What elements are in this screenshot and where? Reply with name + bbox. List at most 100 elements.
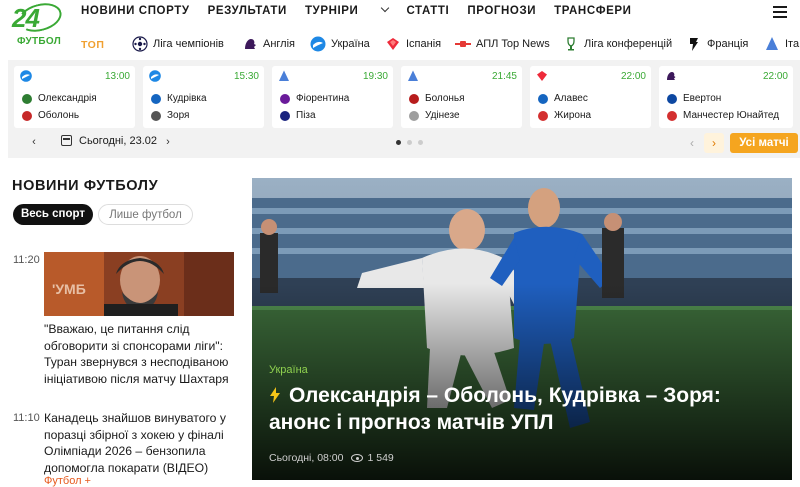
- league-spain[interactable]: Іспанія: [385, 36, 441, 52]
- league-ukraine[interactable]: Україна: [310, 36, 370, 52]
- eye-icon: [351, 454, 364, 462]
- hero-headline-text: Олександрія – Оболонь, Кудрівка – Зоря: …: [269, 384, 721, 434]
- upl-icon: [310, 36, 326, 52]
- league-label: Іта: [785, 38, 800, 50]
- all-matches-button[interactable]: Усі матчі: [730, 133, 798, 153]
- league-label: Ліга чемпіонів: [153, 38, 224, 50]
- home-team: Алавес: [538, 93, 588, 104]
- laliga-icon: [537, 71, 547, 81]
- home-team: Фіорентина: [280, 93, 349, 104]
- menu-item-transfers[interactable]: ТРАНСФЕРИ: [554, 5, 631, 17]
- team-crest-icon: [667, 110, 677, 121]
- match-card[interactable]: 21:45 Болонья Удінезе: [401, 66, 522, 128]
- match-card[interactable]: 22:00 Евертон Манчестер Юнайтед: [659, 66, 793, 128]
- hamburger-menu-icon[interactable]: [773, 6, 787, 18]
- team-crest-icon: [22, 93, 32, 104]
- prev-day-arrow-icon[interactable]: ‹: [28, 136, 40, 148]
- carousel-dot[interactable]: [396, 140, 401, 145]
- news-item-thumbnail[interactable]: 'УМБ: [44, 252, 234, 316]
- carousel-dot[interactable]: [418, 140, 423, 145]
- team-crest-icon: [409, 93, 419, 104]
- current-date[interactable]: Сьогодні, 23.02: [79, 135, 157, 147]
- news-item-headline[interactable]: "Вважаю, це питання слід обговорити зі с…: [44, 321, 230, 387]
- league-conference[interactable]: Ліга конференцій: [563, 36, 672, 52]
- match-card[interactable]: 19:30 Фіорентина Піза: [272, 66, 393, 128]
- team-crest-icon: [538, 93, 548, 104]
- league-label: Іспанія: [406, 38, 442, 50]
- away-team: Удінезе: [409, 110, 460, 121]
- menu-item-results[interactable]: РЕЗУЛЬТАТИ: [208, 5, 287, 17]
- lightning-icon: [270, 387, 280, 403]
- team-name: Піза: [296, 110, 316, 121]
- svg-text:'УМБ: 'УМБ: [52, 281, 86, 297]
- hero-category[interactable]: Україна: [269, 364, 308, 376]
- menu-item-articles[interactable]: СТАТТІ: [406, 5, 449, 17]
- laliga-icon: [385, 36, 401, 52]
- ligue1-icon: [686, 36, 702, 52]
- menu-item-news[interactable]: НОВИНИ СПОРТУ: [81, 5, 190, 17]
- news-item-tag[interactable]: Футбол +: [44, 475, 91, 487]
- home-team: Кудрівка: [151, 93, 207, 104]
- team-name: Болонья: [425, 93, 465, 104]
- match-time: 22:00: [620, 71, 646, 82]
- match-card[interactable]: 15:30 Кудрівка Зоря: [143, 66, 264, 128]
- away-team: Оболонь: [22, 110, 79, 121]
- premier-league-icon: [242, 36, 258, 52]
- top-label: ТОП: [81, 39, 105, 51]
- league-label: Ліга конференцій: [584, 38, 673, 50]
- logo-number: 24: [12, 3, 40, 33]
- news-item-time: 11:20: [13, 254, 40, 266]
- tab-all-sports[interactable]: Весь спорт: [13, 204, 93, 225]
- conference-league-icon: [563, 36, 579, 52]
- main-menu: НОВИНИ СПОРТУ РЕЗУЛЬТАТИ ТУРНІРИ СТАТТІ …: [81, 3, 650, 17]
- upl-icon: [149, 70, 161, 82]
- seriea-icon: [279, 70, 289, 81]
- league-france[interactable]: Франція: [686, 36, 748, 52]
- league-champions-league[interactable]: Ліга чемпіонів: [132, 36, 224, 52]
- match-card[interactable]: 13:00 Олександрія Оболонь: [14, 66, 135, 128]
- away-team: Зоря: [151, 110, 189, 121]
- away-team: Жирона: [538, 110, 591, 121]
- date-bar: ‹ Сьогодні, 23.02 › ‹ › Усі матчі: [16, 132, 800, 154]
- league-england[interactable]: Англія: [242, 36, 295, 52]
- hero-headline[interactable]: Олександрія – Оболонь, Кудрівка – Зоря: …: [269, 382, 749, 436]
- champions-league-icon: [132, 36, 148, 52]
- menu-item-predictions[interactable]: ПРОГНОЗИ: [467, 5, 536, 17]
- carousel-prev-button[interactable]: ‹: [682, 133, 702, 153]
- top-navigation: 24 ФУТБОЛ НОВИНИ СПОРТУ РЕЗУЛЬТАТИ ТУРНІ…: [0, 0, 800, 47]
- seriea-icon: [408, 70, 418, 81]
- team-name: Олександрія: [38, 93, 97, 104]
- league-apl-top-news[interactable]: АПЛ Top News: [455, 36, 550, 52]
- team-crest-icon: [409, 110, 419, 121]
- tab-football-only[interactable]: Лише футбол: [98, 204, 193, 225]
- team-name: Оболонь: [38, 110, 80, 121]
- team-name: Жирона: [554, 110, 592, 121]
- team-crest-icon: [280, 93, 290, 104]
- next-day-arrow-icon[interactable]: ›: [162, 136, 174, 148]
- team-name: Кудрівка: [167, 93, 207, 104]
- league-label: Україна: [331, 38, 370, 50]
- calendar-icon[interactable]: [61, 135, 72, 146]
- league-italy[interactable]: Іта: [764, 36, 799, 52]
- menu-item-tournaments-label: ТУРНІРИ: [304, 5, 359, 17]
- match-card[interactable]: 22:00 Алавес Жирона: [530, 66, 651, 128]
- league-label: АПЛ Top News: [476, 38, 550, 50]
- carousel-next-button[interactable]: ›: [704, 133, 724, 153]
- hero-article[interactable]: Україна Олександрія – Оболонь, Кудрівка …: [252, 178, 792, 480]
- home-team: Евертон: [667, 93, 721, 104]
- match-time: 13:00: [104, 71, 130, 82]
- team-crest-icon: [151, 110, 161, 121]
- team-crest-icon: [667, 93, 677, 104]
- match-time: 19:30: [362, 71, 388, 82]
- upl-icon: [20, 70, 32, 82]
- team-crest-icon: [280, 110, 290, 121]
- apl-icon: [455, 36, 471, 52]
- team-name: Зоря: [167, 110, 190, 121]
- menu-item-tournaments[interactable]: ТУРНІРИ: [304, 3, 390, 17]
- match-time: 15:30: [233, 71, 259, 82]
- league-bar: ТОП Ліга чемпіонів Англія Україна Іспані…: [0, 34, 800, 56]
- news-item-headline[interactable]: Канадець знайшов винуватого у поразці зб…: [44, 410, 234, 476]
- carousel-dot[interactable]: [407, 140, 412, 145]
- chevron-down-icon: [381, 3, 390, 13]
- away-team: Манчестер Юнайтед: [667, 110, 779, 121]
